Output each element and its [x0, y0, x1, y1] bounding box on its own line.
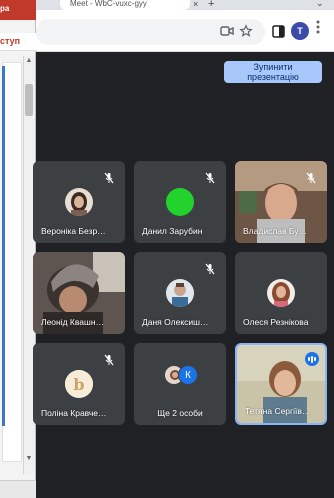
- participant-avatar: [65, 188, 93, 216]
- participant-name: Владислав Бу…: [243, 226, 308, 236]
- mic-off-icon: [103, 353, 115, 366]
- scroll-down-arrow-icon[interactable]: ▼: [24, 455, 34, 465]
- mic-off-icon: [103, 171, 115, 184]
- participant-name: Даня Олексиш…: [142, 317, 209, 327]
- participant-video-tile[interactable]: Леонід Квашн…: [33, 252, 125, 334]
- mic-off-icon: [204, 262, 216, 275]
- side-document-window[interactable]: ра ступ ▲ ▼: [0, 0, 36, 498]
- scrollbar-thumb[interactable]: [25, 84, 33, 116]
- more-participants-avatars: К: [164, 365, 200, 387]
- participant-name: Данил Зарубин: [142, 226, 203, 236]
- new-tab-icon[interactable]: +: [208, 0, 214, 10]
- speaking-indicator-icon: [305, 352, 319, 366]
- svg-text:b: b: [73, 375, 84, 394]
- participant-video-tile[interactable]: Владислав Бу…: [235, 161, 327, 243]
- participant-tile[interactable]: Даня Олексиш…: [134, 252, 226, 334]
- more-participants-label: Ще 2 особи: [157, 408, 203, 418]
- side-window-title: ра: [0, 4, 10, 13]
- participant-name: Тетяна Сергіїв…: [245, 406, 311, 416]
- stop-presenting-label-2: презентацію: [247, 72, 299, 82]
- participant-avatar: [166, 279, 194, 307]
- selection-line: [2, 66, 5, 426]
- participant-tile[interactable]: Олеся Резнікова: [235, 252, 327, 334]
- participant-avatar: К: [178, 365, 198, 385]
- browser-tab[interactable]: Meet - WbC-vuxc-gyy: [60, 0, 190, 10]
- participant-name: Вероніка Безр…: [41, 226, 106, 236]
- mic-off-icon: [305, 171, 317, 184]
- star-icon[interactable]: [237, 22, 255, 40]
- sidebar-icon[interactable]: [269, 22, 287, 40]
- screen: Meet - WbC-vuxc-gyy × + ⌄ T ра ступ ▲ ▼ …: [0, 0, 334, 498]
- participant-tile[interactable]: Вероніка Безр…: [33, 161, 125, 243]
- stop-presenting-label-1: Зупинити: [253, 62, 293, 72]
- side-window-titlebar[interactable]: ра: [0, 0, 36, 20]
- document-page: [2, 62, 22, 462]
- participant-tile[interactable]: b Поліна Кравче…: [33, 343, 125, 425]
- more-participants-tile[interactable]: К Ще 2 особи: [134, 343, 226, 425]
- profile-avatar[interactable]: T: [291, 22, 309, 40]
- tab-search-chevron-icon[interactable]: ⌄: [316, 0, 324, 9]
- browser-toolbar: T: [0, 10, 334, 52]
- participant-avatar: [267, 279, 295, 307]
- participant-avatar: b: [65, 370, 93, 398]
- camera-icon[interactable]: [218, 22, 236, 40]
- menu-icon[interactable]: [316, 20, 320, 34]
- access-label[interactable]: ступ: [0, 36, 20, 46]
- participant-name: Леонід Квашн…: [41, 317, 105, 327]
- tab-close-icon[interactable]: ×: [193, 0, 198, 9]
- participant-name: Поліна Кравче…: [41, 408, 107, 418]
- stop-presenting-button[interactable]: Зупинити презентацію: [224, 61, 322, 83]
- mic-off-icon: [204, 171, 216, 184]
- participant-name: Олеся Резнікова: [243, 317, 309, 327]
- scroll-up-arrow-icon[interactable]: ▲: [24, 57, 34, 67]
- side-window-statusbar: [0, 480, 36, 498]
- browser-tab-strip: Meet - WbC-vuxc-gyy × + ⌄: [0, 0, 334, 10]
- meet-bottom-bar: [36, 482, 334, 498]
- participant-video-tile[interactable]: Тетяна Сергіїв…: [235, 343, 327, 425]
- participant-avatar: [166, 188, 194, 216]
- participant-tile[interactable]: Данил Зарубин: [134, 161, 226, 243]
- access-bar[interactable]: ступ: [0, 33, 36, 51]
